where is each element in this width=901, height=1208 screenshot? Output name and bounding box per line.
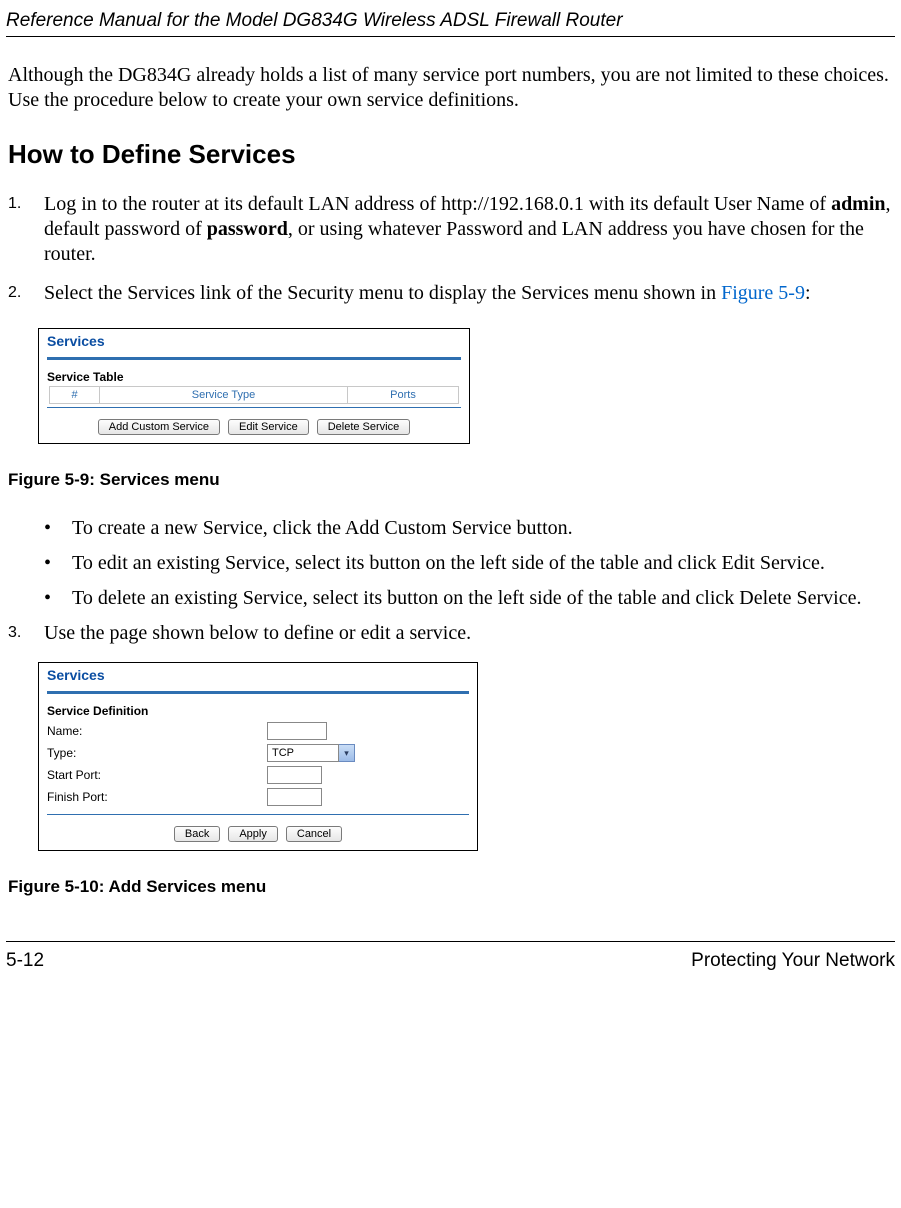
type-select-value: TCP bbox=[267, 744, 339, 762]
label-start-port: Start Port: bbox=[47, 768, 267, 782]
bullet-icon: • bbox=[44, 516, 72, 541]
bullet-icon: • bbox=[44, 586, 72, 611]
bold-admin: admin bbox=[831, 193, 885, 215]
delete-service-button[interactable]: Delete Service bbox=[317, 419, 411, 435]
intro-paragraph: Although the DG834G already holds a list… bbox=[0, 63, 901, 139]
divider bbox=[47, 407, 461, 408]
service-table-header: # Service Type Ports bbox=[49, 386, 459, 404]
section-name: Protecting Your Network bbox=[691, 950, 895, 972]
row-start-port: Start Port: bbox=[39, 764, 477, 786]
step-text: Use the page shown below to define or ed… bbox=[44, 621, 471, 646]
start-port-input[interactable] bbox=[267, 766, 322, 784]
back-button[interactable]: Back bbox=[174, 826, 220, 842]
row-name: Name: bbox=[39, 720, 477, 742]
figure-services-menu: Services Service Table # Service Type Po… bbox=[38, 328, 470, 444]
step-number: 1. bbox=[8, 192, 44, 267]
divider bbox=[47, 357, 461, 360]
bold-password: password bbox=[207, 218, 288, 240]
page-number: 5-12 bbox=[6, 950, 44, 972]
cancel-button[interactable]: Cancel bbox=[286, 826, 342, 842]
add-custom-service-button[interactable]: Add Custom Service bbox=[98, 419, 220, 435]
service-table-label: Service Table bbox=[39, 370, 469, 386]
bullet-text: To delete an existing Service, select it… bbox=[72, 586, 861, 611]
bullet-create: •To create a new Service, click the Add … bbox=[44, 516, 893, 541]
service-definition-label: Service Definition bbox=[39, 704, 477, 720]
text: : bbox=[805, 282, 811, 304]
chevron-down-icon: ▾ bbox=[339, 744, 355, 762]
footer-rule bbox=[6, 941, 895, 942]
panel-title: Services bbox=[39, 329, 469, 351]
apply-button[interactable]: Apply bbox=[228, 826, 278, 842]
figure-caption: Figure 5-9: Services menu bbox=[0, 444, 901, 516]
bullet-icon: • bbox=[44, 551, 72, 576]
step-text: Select the Services link of the Security… bbox=[44, 281, 811, 306]
text: Log in to the router at its default LAN … bbox=[44, 193, 831, 215]
step-text: Log in to the router at its default LAN … bbox=[44, 192, 893, 267]
panel-title: Services bbox=[39, 663, 477, 685]
label-type: Type: bbox=[47, 746, 267, 760]
label-finish-port: Finish Port: bbox=[47, 790, 267, 804]
name-input[interactable] bbox=[267, 722, 327, 740]
column-service-type: Service Type bbox=[100, 387, 348, 403]
column-number: # bbox=[50, 387, 100, 403]
edit-service-button[interactable]: Edit Service bbox=[228, 419, 309, 435]
divider bbox=[47, 814, 469, 815]
divider bbox=[47, 691, 469, 694]
type-select[interactable]: TCP ▾ bbox=[267, 744, 355, 762]
text: Select the Services link of the Security… bbox=[44, 282, 721, 304]
column-ports: Ports bbox=[348, 387, 458, 403]
bullet-edit: •To edit an existing Service, select its… bbox=[44, 551, 893, 576]
step-2: 2. Select the Services link of the Secur… bbox=[8, 281, 893, 306]
figure-caption: Figure 5-10: Add Services menu bbox=[0, 851, 901, 923]
row-type: Type: TCP ▾ bbox=[39, 742, 477, 764]
section-heading: How to Define Services bbox=[0, 139, 901, 192]
step-number: 2. bbox=[8, 281, 44, 306]
step-1: 1. Log in to the router at its default L… bbox=[8, 192, 893, 267]
bullet-text: To create a new Service, click the Add C… bbox=[72, 516, 573, 541]
step-3: 3. Use the page shown below to define or… bbox=[8, 621, 893, 646]
running-header: Reference Manual for the Model DG834G Wi… bbox=[0, 10, 901, 36]
row-finish-port: Finish Port: bbox=[39, 786, 477, 808]
header-rule bbox=[6, 36, 895, 37]
step-number: 3. bbox=[8, 621, 44, 646]
label-name: Name: bbox=[47, 724, 267, 738]
bullet-text: To edit an existing Service, select its … bbox=[72, 551, 825, 576]
bullet-delete: •To delete an existing Service, select i… bbox=[44, 586, 893, 611]
finish-port-input[interactable] bbox=[267, 788, 322, 806]
figure-add-services-menu: Services Service Definition Name: Type: … bbox=[38, 662, 478, 851]
figure-reference-link[interactable]: Figure 5-9 bbox=[721, 282, 805, 304]
